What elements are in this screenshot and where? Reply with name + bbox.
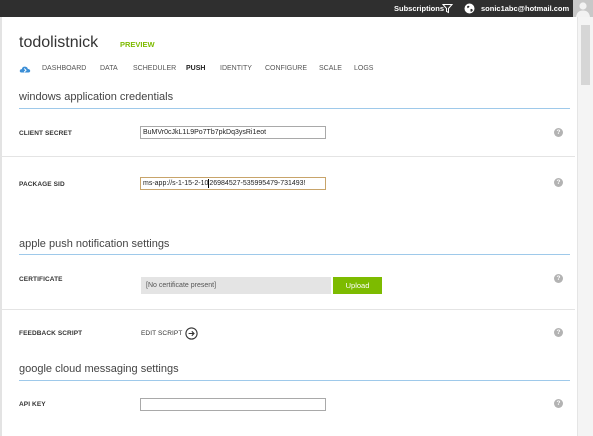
help-icon[interactable]: ? — [554, 178, 563, 187]
row-divider — [0, 156, 575, 157]
edit-script-link[interactable]: EDIT SCRIPT — [141, 330, 182, 337]
cloud-icon[interactable] — [19, 64, 31, 74]
certificate-label: CERTIFICATE — [19, 276, 63, 283]
help-icon[interactable]: ? — [554, 328, 563, 337]
package-sid-value-start: ms-app://s-1-15-2-10 — [143, 180, 209, 187]
section-divider — [19, 380, 570, 381]
left-edge — [0, 17, 2, 436]
section-divider — [19, 254, 570, 255]
package-sid-input[interactable]: ms-app://s-1-15-2-1026984527-535995479-7… — [140, 177, 326, 190]
filter-icon[interactable] — [442, 3, 453, 14]
top-bar: Subscriptions sonic1abc@hotmail.com — [0, 0, 593, 17]
tab-scale[interactable]: SCALE — [319, 65, 342, 72]
row-divider — [0, 309, 575, 310]
api-key-input[interactable] — [140, 398, 326, 411]
tab-identity[interactable]: IDENTITY — [220, 65, 252, 72]
help-icon[interactable]: ? — [554, 274, 563, 283]
package-sid-label: PACKAGE SID — [19, 181, 65, 188]
section-title-windows: windows application credentials — [19, 91, 174, 103]
arrow-circle-right-icon[interactable] — [185, 327, 198, 340]
section-divider — [19, 108, 570, 109]
upload-button[interactable]: Upload — [333, 277, 382, 294]
user-email[interactable]: sonic1abc@hotmail.com — [481, 0, 569, 17]
tab-logs[interactable]: LOGS — [354, 65, 373, 72]
section-title-google: google cloud messaging settings — [19, 363, 179, 375]
help-icon[interactable]: ? — [554, 399, 563, 408]
avatar[interactable] — [573, 0, 593, 17]
tab-configure[interactable]: CONFIGURE — [265, 65, 307, 72]
vertical-scrollbar[interactable] — [577, 17, 593, 436]
subscriptions-link[interactable]: Subscriptions — [394, 0, 444, 17]
feedback-script-label: FEEDBACK SCRIPT — [19, 330, 83, 337]
client-secret-label: CLIENT SECRET — [19, 130, 72, 137]
globe-icon[interactable] — [464, 3, 475, 14]
api-key-label: API KEY — [19, 401, 46, 408]
tab-scheduler[interactable]: SCHEDULER — [133, 65, 176, 72]
section-title-apple: apple push notification settings — [19, 238, 170, 250]
tab-data[interactable]: DATA — [100, 65, 118, 72]
client-secret-input[interactable]: BuMVr0cJkL1L9Po7Tb7pkDq3ysRi1eot — [140, 126, 326, 139]
help-icon[interactable]: ? — [554, 128, 563, 137]
user-silhouette-icon — [576, 2, 590, 17]
package-sid-value-end: 26984527-535995479-731493! — [209, 180, 306, 187]
preview-badge: PREVIEW — [120, 40, 155, 49]
tab-dashboard[interactable]: DASHBOARD — [42, 65, 86, 72]
certificate-status: [No certificate present] — [141, 277, 331, 294]
scrollbar-thumb[interactable] — [581, 25, 590, 85]
page-title: todolistnick — [19, 34, 99, 51]
tab-push[interactable]: PUSH — [186, 65, 205, 72]
